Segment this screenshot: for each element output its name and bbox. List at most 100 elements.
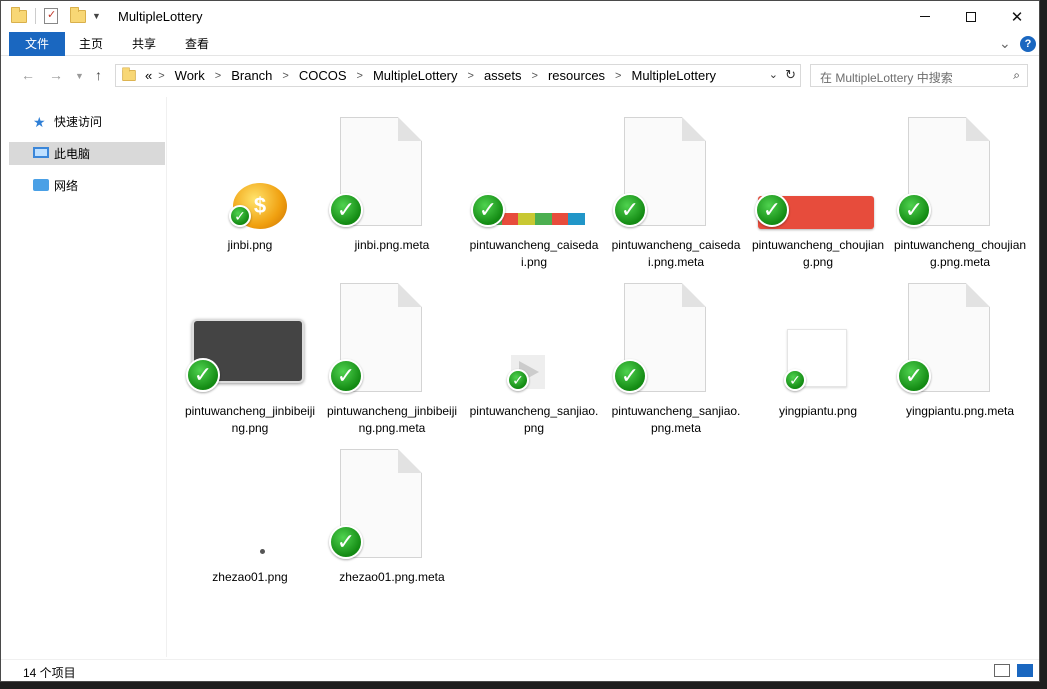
address-dropdown-chevron-icon[interactable]: ⌄ bbox=[769, 68, 778, 81]
chevron-right-icon: > bbox=[158, 69, 165, 82]
star-icon: ★ bbox=[33, 114, 46, 130]
file-item[interactable]: ✓ pintuwancheng_sanjiao.png.meta bbox=[605, 271, 747, 435]
file-name: jinbi.png bbox=[227, 238, 273, 252]
file-item[interactable]: ✓ pintuwancheng_caisedai.png.meta bbox=[605, 105, 747, 269]
file-item[interactable]: $ ✓ jinbi.png bbox=[179, 105, 321, 265]
sidebar-item-label: 快速访问 bbox=[54, 115, 103, 129]
dot-thumbnail bbox=[260, 549, 265, 554]
sync-check-icon: ✓ bbox=[507, 369, 529, 391]
file-name: pintuwancheng_choujiang.png bbox=[751, 238, 885, 269]
chevron-right-icon: > bbox=[467, 69, 474, 82]
ribbon-tabs: 文件 主页 共享 查看 ⌄ ? bbox=[1, 32, 1039, 56]
sync-check-icon: ✓ bbox=[613, 193, 647, 227]
file-name: pintuwancheng_choujiang.png.meta bbox=[893, 238, 1027, 269]
folder-icon[interactable] bbox=[11, 6, 27, 23]
file-name: pintuwancheng_caisedai.png.meta bbox=[611, 238, 741, 269]
file-name: pintuwancheng_caisedai.png bbox=[469, 238, 599, 269]
file-name: zhezao01.png bbox=[212, 570, 288, 584]
search-placeholder: 在 MultipleLottery 中搜索 bbox=[820, 71, 953, 85]
file-name: pintuwancheng_sanjiao.png bbox=[469, 404, 599, 435]
sync-check-icon: ✓ bbox=[784, 369, 806, 391]
back-arrow-icon[interactable]: ← bbox=[21, 67, 35, 83]
item-count: 14 个项目 bbox=[23, 666, 76, 680]
sync-check-icon: ✓ bbox=[755, 193, 789, 227]
file-item[interactable]: ✓ pintuwancheng_caisedai.png bbox=[463, 105, 605, 269]
breadcrumb-item[interactable]: MultipleLottery bbox=[373, 68, 458, 83]
file-name: zhezao01.png.meta bbox=[339, 570, 445, 584]
navigation-pane: ★ 快速访问 此电脑 网络 bbox=[1, 97, 167, 657]
breadcrumb-overflow[interactable]: « bbox=[145, 68, 152, 83]
window-title: MultipleLottery bbox=[118, 9, 203, 24]
navigation-bar: ← → ▼ ↑ « > Work > Branch > COCOS > Mult… bbox=[1, 57, 1039, 93]
chevron-right-icon: > bbox=[356, 69, 363, 82]
recent-locations-chevron-icon[interactable]: ▼ bbox=[75, 71, 84, 81]
breadcrumb-item[interactable]: MultipleLottery bbox=[631, 68, 716, 83]
sidebar-item-label: 此电脑 bbox=[54, 147, 91, 161]
sync-check-icon: ✓ bbox=[329, 359, 363, 393]
tab-home[interactable]: 主页 bbox=[71, 32, 111, 56]
breadcrumb-item[interactable]: resources bbox=[548, 68, 605, 83]
file-name: yingpiantu.png bbox=[778, 404, 858, 418]
file-item[interactable]: ✓ jinbi.png.meta bbox=[321, 105, 463, 265]
chevron-down-icon[interactable]: ▼ bbox=[92, 11, 101, 21]
close-icon: ✕ bbox=[1010, 8, 1024, 26]
chevron-right-icon: > bbox=[282, 69, 289, 82]
minimize-button[interactable] bbox=[902, 1, 948, 32]
sidebar-item-quick-access[interactable]: ★ 快速访问 bbox=[9, 110, 165, 133]
file-item[interactable]: ✓ pintuwancheng_choujiang.png bbox=[747, 105, 889, 269]
sidebar-item-this-pc[interactable]: 此电脑 bbox=[9, 142, 165, 165]
breadcrumb-item[interactable]: Work bbox=[175, 68, 205, 83]
sidebar-item-label: 网络 bbox=[54, 179, 79, 193]
refresh-icon[interactable]: ↻ bbox=[785, 67, 796, 83]
sync-check-icon: ✓ bbox=[897, 193, 931, 227]
file-item[interactable]: ✓ pintuwancheng_jinbibeijing.png bbox=[179, 271, 321, 435]
breadcrumb-item[interactable]: COCOS bbox=[299, 68, 347, 83]
sync-check-icon: ✓ bbox=[471, 193, 505, 227]
forward-arrow-icon[interactable]: → bbox=[49, 67, 63, 83]
file-item[interactable]: ✓ pintuwancheng_choujiang.png.meta bbox=[889, 105, 1031, 269]
file-item[interactable]: ✓ yingpiantu.png.meta bbox=[889, 271, 1031, 431]
breadcrumb-item[interactable]: assets bbox=[484, 68, 522, 83]
file-item[interactable]: ✓ pintuwancheng_sanjiao.png bbox=[463, 271, 605, 435]
sync-check-icon: ✓ bbox=[329, 193, 363, 227]
tab-file[interactable]: 文件 bbox=[9, 32, 65, 56]
minimize-icon bbox=[920, 16, 930, 17]
sync-check-icon: ✓ bbox=[229, 205, 251, 227]
tab-share[interactable]: 共享 bbox=[123, 32, 165, 56]
new-folder-icon[interactable] bbox=[70, 6, 86, 23]
expand-ribbon-chevron-icon[interactable]: ⌄ bbox=[999, 35, 1011, 52]
file-name: yingpiantu.png.meta bbox=[905, 404, 1015, 418]
sidebar-item-network[interactable]: 网络 bbox=[9, 174, 165, 197]
file-grid: $ ✓ jinbi.png ✓ jinbi.png.meta ✓ pintuwa… bbox=[167, 97, 1041, 657]
maximize-button[interactable] bbox=[948, 1, 994, 32]
close-button[interactable]: ✕ bbox=[994, 1, 1040, 32]
explorer-window: ▼ MultipleLottery ✕ 文件 主页 共享 查看 ⌄ ? ← → … bbox=[0, 0, 1040, 682]
file-name: jinbi.png.meta bbox=[354, 238, 430, 252]
maximize-icon bbox=[966, 11, 976, 22]
chevron-right-icon: > bbox=[615, 69, 622, 82]
sync-check-icon: ✓ bbox=[329, 525, 363, 559]
breadcrumb-item[interactable]: Branch bbox=[231, 68, 272, 83]
search-input[interactable]: 在 MultipleLottery 中搜索 ⌕ bbox=[810, 64, 1028, 87]
help-icon[interactable]: ? bbox=[1020, 36, 1036, 52]
file-item[interactable]: ✓ zhezao01.png.meta bbox=[321, 437, 463, 597]
network-icon bbox=[33, 179, 49, 191]
tab-view[interactable]: 查看 bbox=[176, 32, 218, 56]
sync-check-icon: ✓ bbox=[897, 359, 931, 393]
up-arrow-icon[interactable]: ↑ bbox=[95, 67, 102, 83]
sync-check-icon: ✓ bbox=[186, 358, 220, 392]
file-item[interactable]: ✓ pintuwancheng_jinbibeijing.png.meta bbox=[321, 271, 463, 435]
properties-icon[interactable] bbox=[44, 8, 58, 24]
details-view-icon[interactable] bbox=[994, 664, 1010, 677]
title-bar: ▼ MultipleLottery ✕ bbox=[1, 1, 1039, 32]
file-item[interactable]: ✓ yingpiantu.png bbox=[747, 271, 889, 431]
chevron-right-icon: > bbox=[531, 69, 538, 82]
address-bar[interactable]: « > Work > Branch > COCOS > MultipleLott… bbox=[115, 64, 801, 87]
computer-icon bbox=[33, 147, 49, 158]
large-icons-view-icon[interactable] bbox=[1017, 664, 1033, 677]
sync-check-icon: ✓ bbox=[613, 359, 647, 393]
file-name: pintuwancheng_jinbibeijing.png.meta bbox=[326, 404, 458, 435]
file-item[interactable]: zhezao01.png bbox=[179, 437, 321, 597]
search-icon[interactable]: ⌕ bbox=[1013, 68, 1020, 83]
file-name: pintuwancheng_jinbibeijing.png bbox=[184, 404, 316, 435]
